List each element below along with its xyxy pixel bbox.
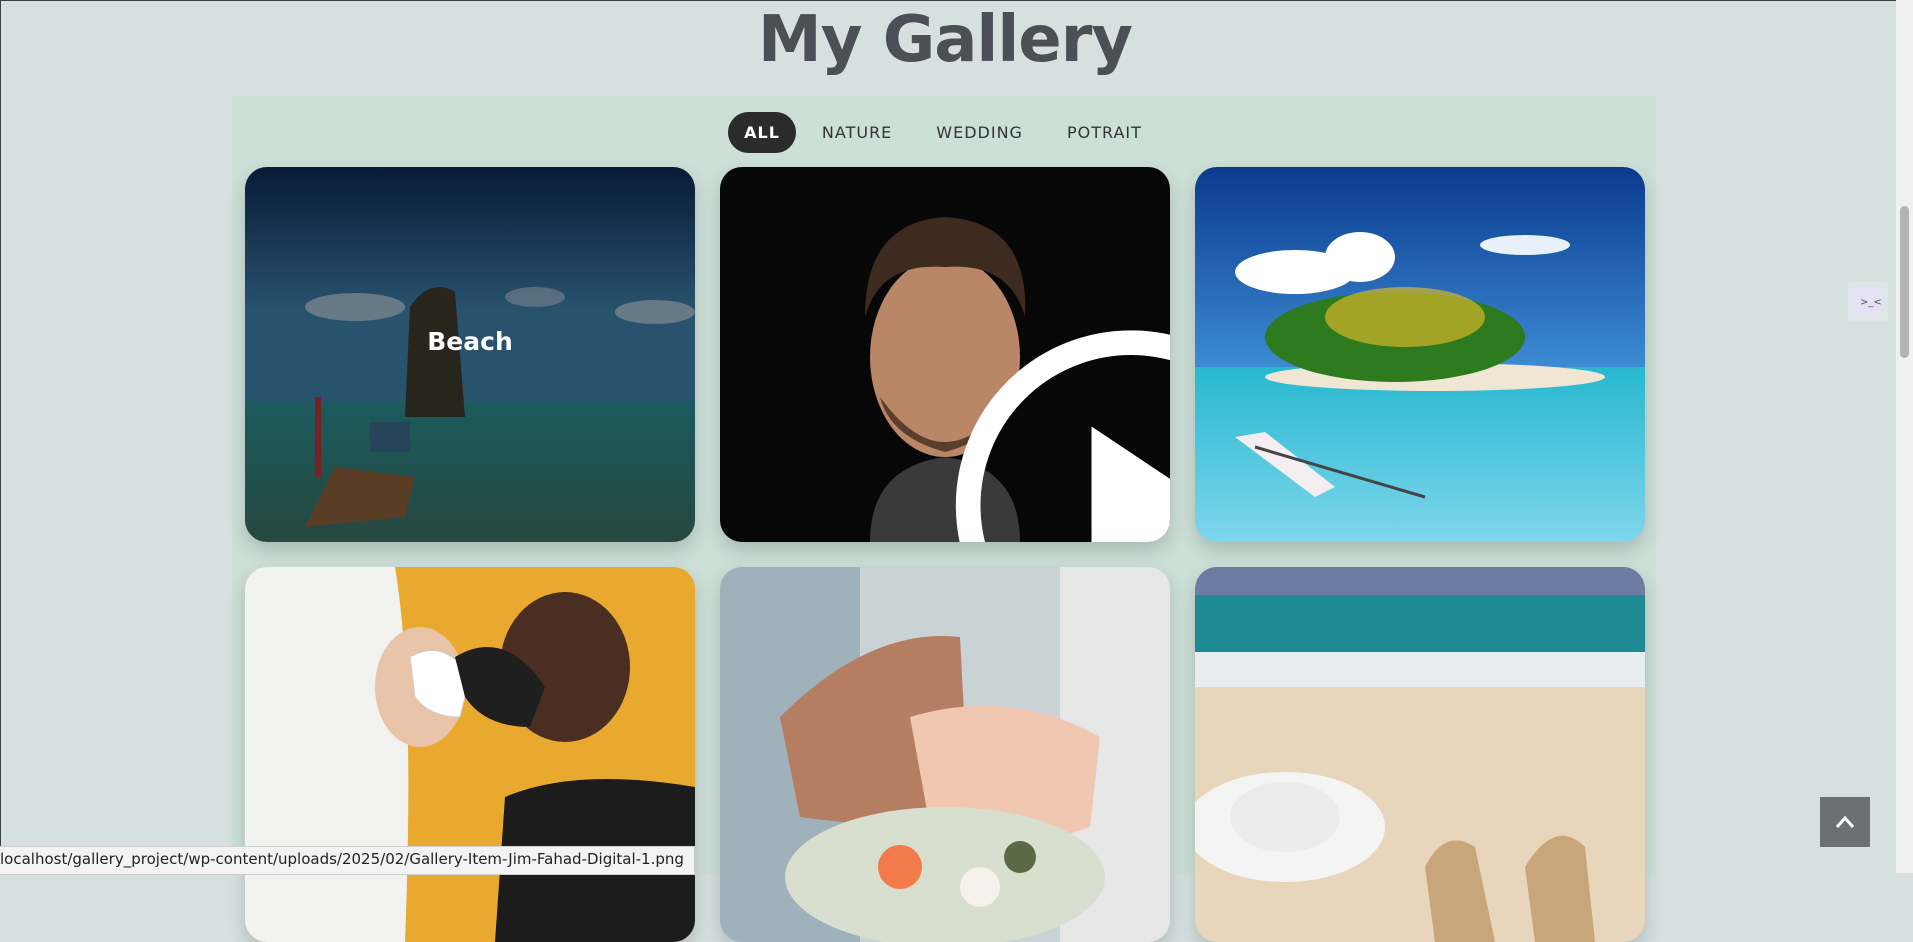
wedding-rings-image	[720, 567, 1170, 942]
wedding-masks-image	[245, 567, 695, 942]
filter-bar: ALL NATURE WEDDING POTRAIT	[232, 96, 1656, 168]
filter-all-button[interactable]: ALL	[728, 111, 796, 153]
scrollbar-thumb[interactable]	[1900, 206, 1909, 358]
chevron-up-icon	[1835, 815, 1855, 828]
filter-nature-button[interactable]: NATURE	[804, 113, 910, 152]
play-icon[interactable]	[906, 318, 1170, 542]
chat-bot-icon[interactable]: >_<	[1848, 282, 1888, 322]
gallery-item-wedding-masks[interactable]	[245, 567, 695, 942]
gallery-section: ALL NATURE WEDDING POTRAIT Beach	[232, 96, 1656, 942]
island-image	[1195, 167, 1645, 542]
back-to-top-button[interactable]	[1820, 797, 1870, 847]
filter-potrait-button[interactable]: POTRAIT	[1049, 113, 1160, 152]
gallery-item-beach-sandals[interactable]	[1195, 567, 1645, 942]
svg-text:>_<: >_<	[1860, 297, 1882, 308]
beach-sandals-image	[1195, 567, 1645, 942]
gallery-item-island[interactable]	[1195, 167, 1645, 542]
browser-status-bar: localhost/gallery_project/wp-content/upl…	[0, 846, 695, 875]
page-title: My Gallery	[758, 3, 1133, 77]
gallery-item-wedding-rings[interactable]	[720, 567, 1170, 942]
page-scrollbar[interactable]	[1896, 0, 1913, 873]
gallery-item-portrait-video[interactable]	[720, 167, 1170, 542]
gallery-item-label: Beach	[427, 327, 513, 356]
gallery-item-beach[interactable]: Beach	[245, 167, 695, 542]
filter-wedding-button[interactable]: WEDDING	[918, 113, 1041, 152]
